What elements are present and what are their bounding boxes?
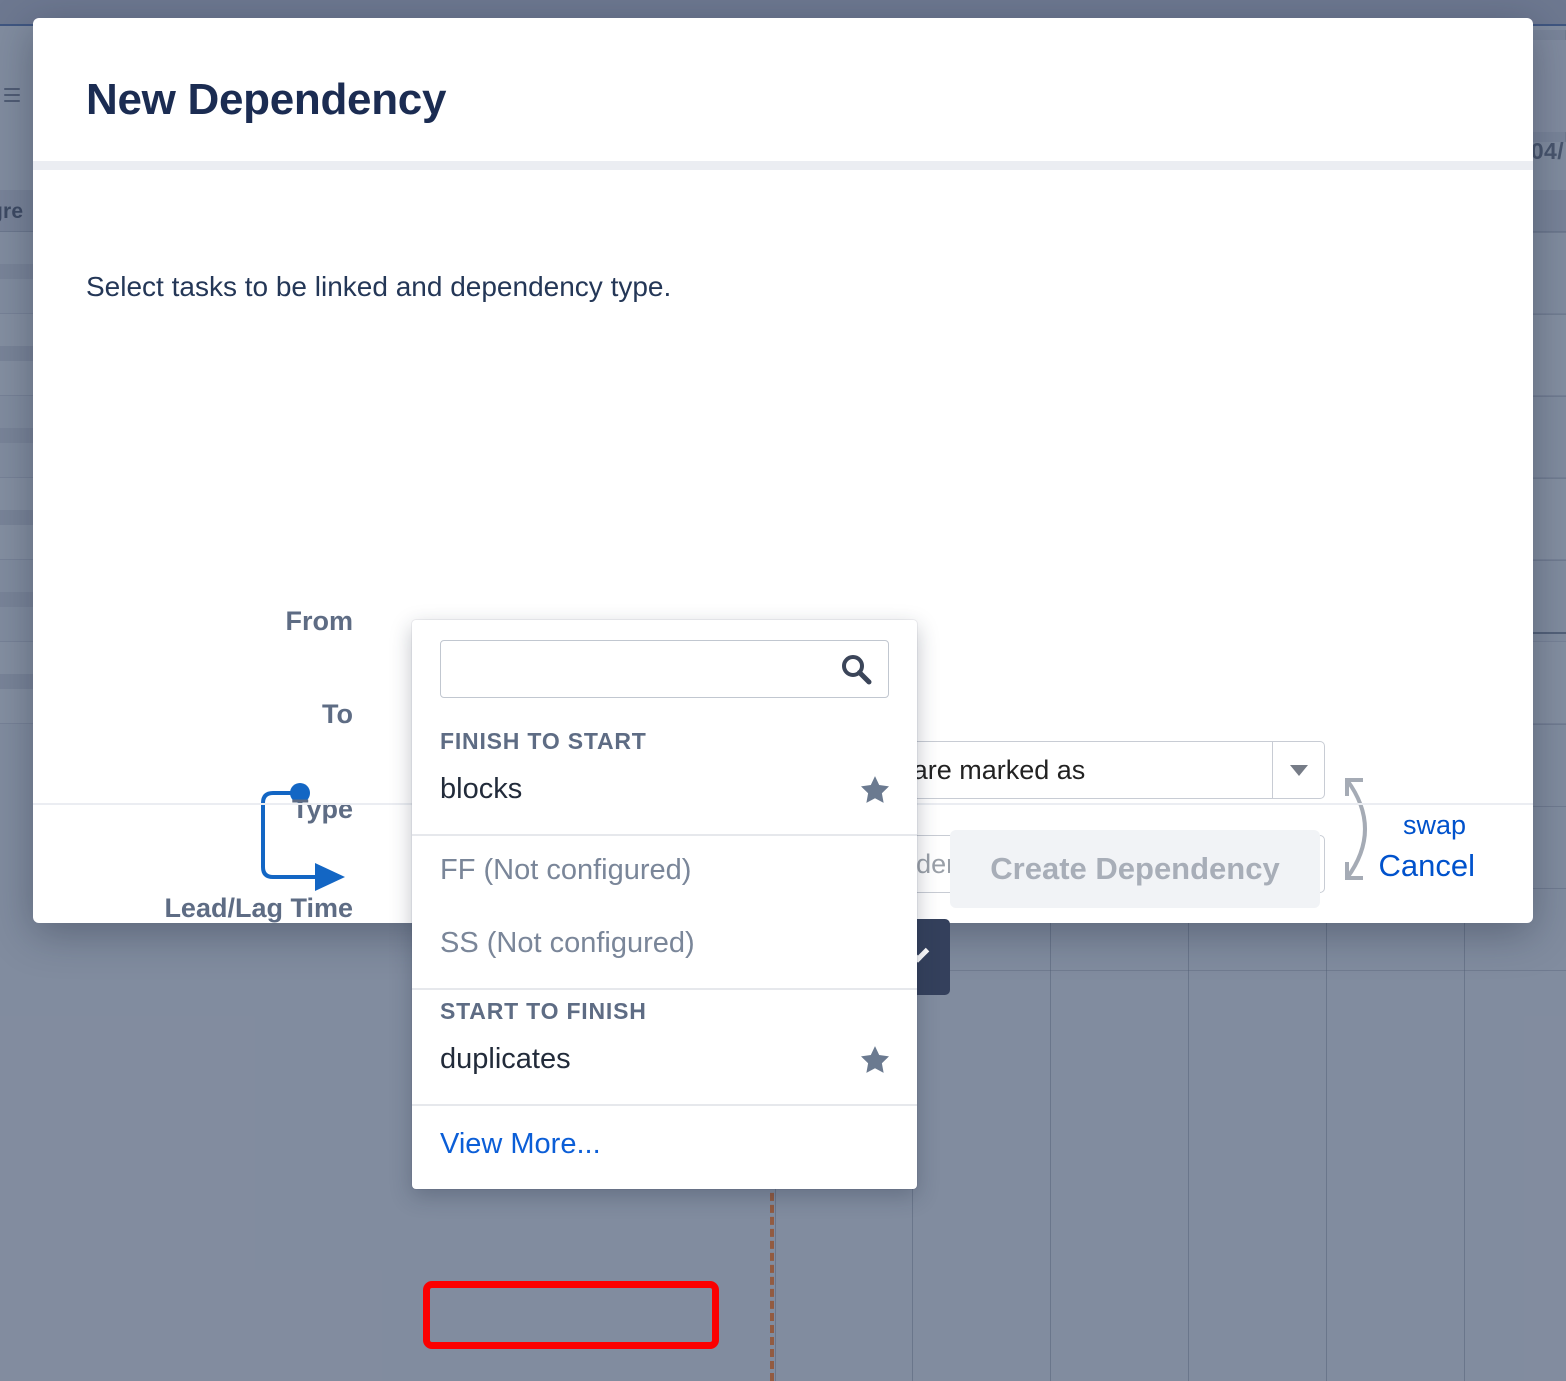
cancel-button[interactable]: Cancel	[1373, 847, 1482, 885]
star-icon[interactable]	[861, 1046, 889, 1073]
label-from: From	[93, 606, 353, 637]
dropdown-option: SS (Not configured)	[412, 909, 917, 982]
search-icon	[840, 653, 872, 685]
from-field-dropdown-toggle[interactable]	[1272, 741, 1324, 799]
modal-subtitle: Select tasks to be linked and dependency…	[86, 271, 671, 303]
dropdown-option: FF (Not configured)	[412, 836, 917, 909]
dropdown-group-heading: START TO FINISH	[412, 990, 917, 1025]
dropdown-option[interactable]: blocks	[412, 755, 917, 828]
modal-header: New Dependency	[33, 18, 1533, 170]
dropdown-search-wrap	[412, 620, 917, 720]
dropdown-option[interactable]: duplicates	[412, 1025, 917, 1098]
dropdown-option-label: FF (Not configured)	[440, 854, 691, 887]
star-icon[interactable]	[861, 776, 889, 803]
dropdown-groups: FINISH TO START blocks FF (Not configured)…	[412, 720, 917, 1098]
create-dependency-button[interactable]: Create Dependency	[950, 830, 1320, 908]
dropdown-option-label: blocks	[440, 773, 522, 806]
dropdown-search[interactable]	[440, 640, 889, 698]
dropdown-group-heading: FINISH TO START	[412, 720, 917, 755]
dropdown-search-input[interactable]	[441, 641, 888, 697]
view-more-option[interactable]: View More...	[412, 1106, 917, 1185]
chevron-down-icon	[1290, 765, 1308, 776]
dependency-type-dropdown: FINISH TO START blocks FF (Not configured)…	[412, 620, 917, 1189]
page-title: New Dependency	[86, 75, 446, 125]
label-to: To	[93, 699, 353, 730]
dropdown-option-label: SS (Not configured)	[440, 927, 695, 960]
dropdown-option-label: duplicates	[440, 1043, 571, 1076]
